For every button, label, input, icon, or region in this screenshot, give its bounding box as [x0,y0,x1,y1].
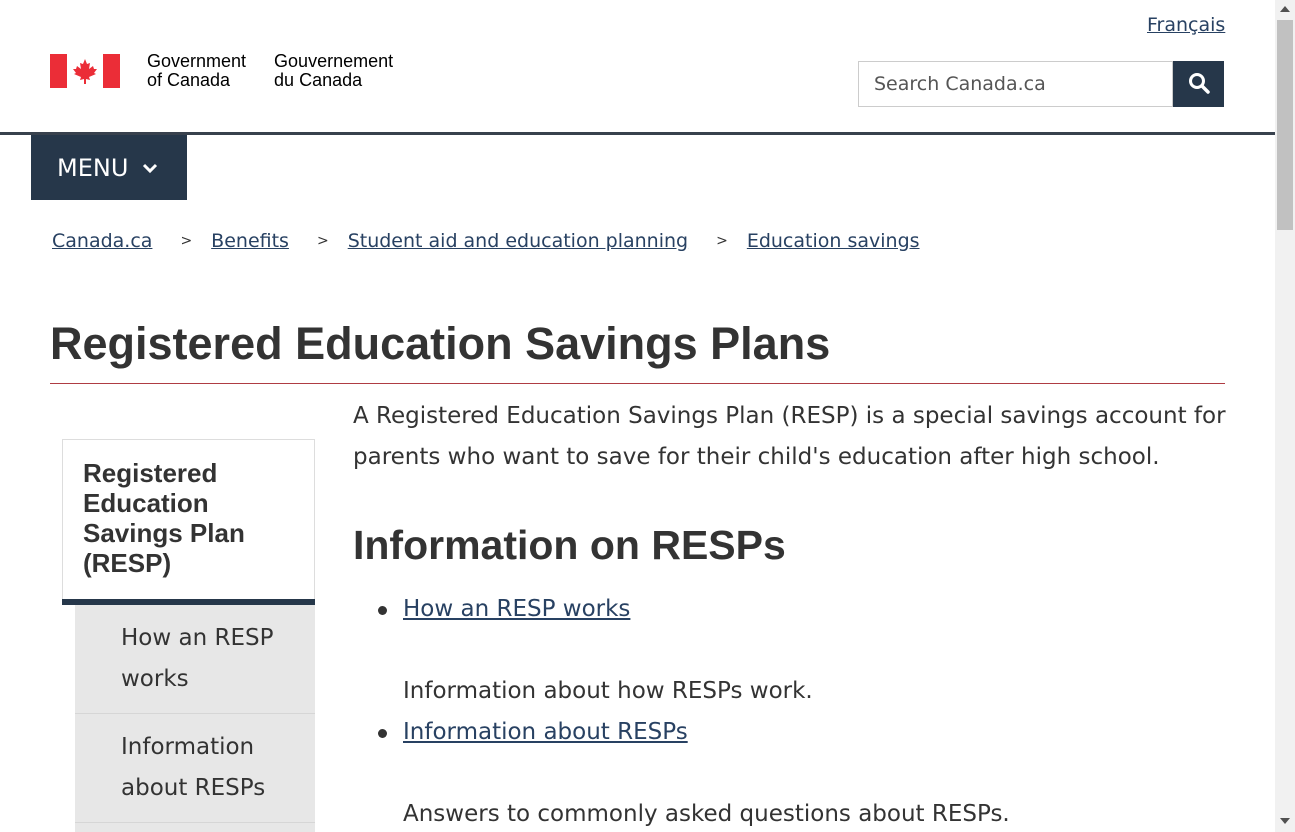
list-item: Information about RESPs Answers to commo… [353,712,1233,832]
scrollbar-thumb[interactable] [1277,20,1293,230]
breadcrumb-separator: > [180,233,193,249]
breadcrumb-link-student-aid[interactable]: Student aid and education planning [348,230,688,252]
breadcrumb-separator: > [716,233,728,249]
sidenav-item-more[interactable] [75,823,315,832]
menu-button[interactable]: MENU [31,135,187,200]
link-how-resp-works[interactable]: How an RESP works [403,589,1233,630]
link-information-about-resps[interactable]: Information about RESPs [403,712,1233,753]
language-toggle-link[interactable]: Français [1147,14,1225,36]
sidenav-heading[interactable]: Registered Education Savings Plan (RESP) [62,439,315,601]
government-of-canada-signature[interactable]: Government of Canada Gouvernement du Can… [50,51,394,90]
page: Français Government of Canada Gouverneme… [0,0,1295,832]
breadcrumb-link-canada[interactable]: Canada.ca [52,230,152,252]
link-description: Answers to commonly asked questions abou… [403,801,1010,827]
intro-paragraph: A Registered Education Savings Plan (RES… [353,403,1226,470]
scroll-down-arrow-icon[interactable] [1280,818,1290,824]
vertical-scrollbar[interactable] [1275,0,1295,832]
signature-french: Gouvernement du Canada [274,51,394,90]
search-button[interactable] [1173,61,1224,107]
list-item: How an RESP works Information about how … [353,589,1233,712]
sidenav-item-information-about-resps[interactable]: Information about RESPs [75,714,315,823]
link-description: Information about how RESPs work. [403,678,813,704]
bullet-icon [378,729,387,738]
breadcrumb-separator: > [316,233,329,249]
info-links-list: How an RESP works Information about how … [353,589,1233,832]
chevron-down-icon [142,162,158,174]
menu-label: MENU [57,153,129,182]
canada-flag-icon [50,54,120,88]
breadcrumb-link-benefits[interactable]: Benefits [211,230,289,252]
header-divider [0,132,1275,135]
page-title: Registered Education Savings Plans [50,318,831,369]
section-heading: Information on RESPs [353,522,786,568]
bullet-icon [378,606,387,615]
search-icon [1188,72,1210,97]
signature-english: Government of Canada [147,51,247,90]
sidenav-list: How an RESP works Information about RESP… [75,605,315,832]
title-underline [50,383,1225,384]
sidenav-item-how-resp-works[interactable]: How an RESP works [75,605,315,714]
scroll-up-arrow-icon[interactable] [1280,6,1290,12]
search-input[interactable] [858,61,1173,107]
breadcrumb: Canada.ca > Benefits > Student aid and e… [52,230,920,252]
breadcrumb-link-education-savings[interactable]: Education savings [747,230,920,252]
